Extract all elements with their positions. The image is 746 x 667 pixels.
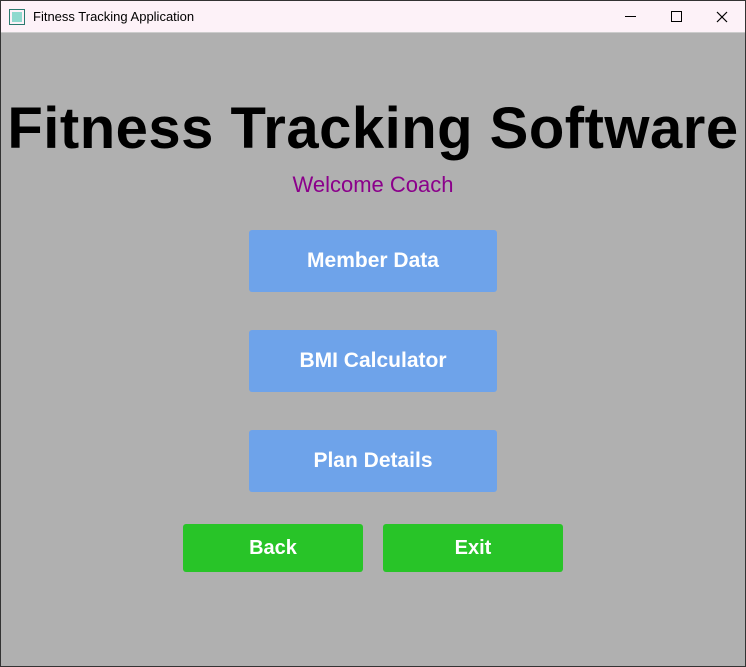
welcome-text: Welcome Coach <box>293 172 454 198</box>
close-icon <box>716 11 728 23</box>
maximize-button[interactable] <box>653 1 699 32</box>
minimize-icon <box>625 11 636 22</box>
window-title: Fitness Tracking Application <box>33 9 194 24</box>
app-window: Fitness Tracking Application Fitness Tra… <box>0 0 746 667</box>
back-button[interactable]: Back <box>183 524 363 572</box>
window-controls <box>607 1 745 32</box>
minimize-button[interactable] <box>607 1 653 32</box>
page-title: Fitness Tracking Software <box>7 95 738 162</box>
secondary-button-row: Back Exit <box>183 524 563 572</box>
app-icon <box>9 9 25 25</box>
maximize-icon <box>671 11 682 22</box>
bmi-calculator-button[interactable]: BMI Calculator <box>249 330 497 392</box>
primary-button-group: Member Data BMI Calculator Plan Details <box>249 230 497 492</box>
exit-button[interactable]: Exit <box>383 524 563 572</box>
plan-details-button[interactable]: Plan Details <box>249 430 497 492</box>
titlebar: Fitness Tracking Application <box>1 1 745 33</box>
close-button[interactable] <box>699 1 745 32</box>
member-data-button[interactable]: Member Data <box>249 230 497 292</box>
content-area: Fitness Tracking Software Welcome Coach … <box>1 33 745 666</box>
